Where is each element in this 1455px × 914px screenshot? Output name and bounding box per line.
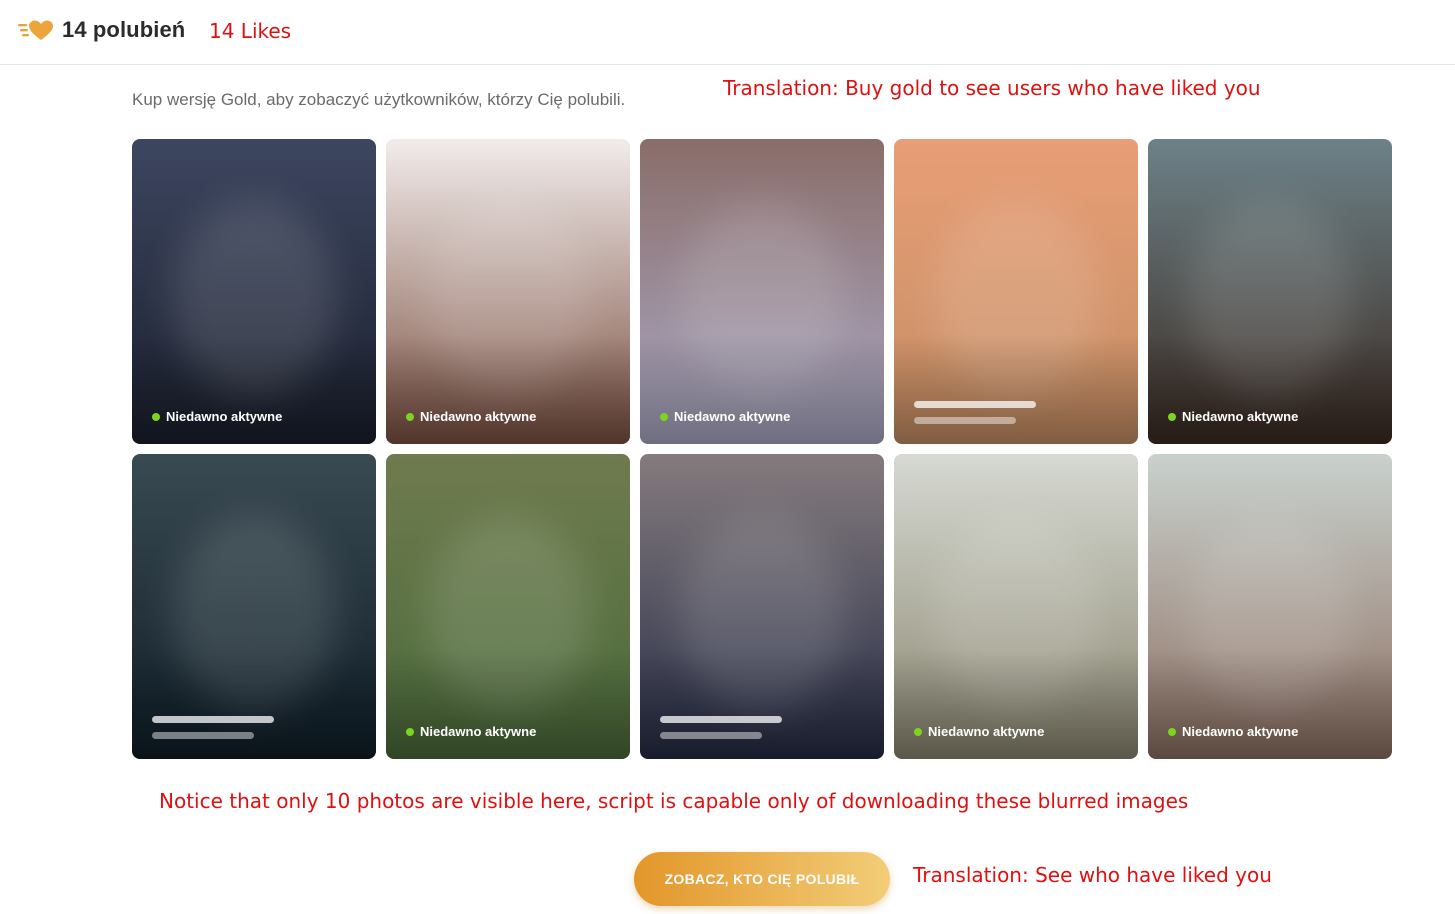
gold-heart-likes-icon (18, 20, 53, 40)
blurred-profile-card[interactable]: Niedawno aktywne (386, 139, 630, 444)
cta-translation-note: Translation: See who have liked you (913, 863, 1272, 887)
recently-active-status: Niedawno aktywne (660, 409, 790, 424)
recently-active-status: Niedawno aktywne (406, 724, 536, 739)
card-shade (894, 649, 1138, 759)
blurred-profile-card[interactable] (640, 454, 884, 759)
blurred-profile-card[interactable]: Niedawno aktywne (1148, 139, 1392, 444)
photos-note: Notice that only 10 photos are visible h… (159, 789, 1189, 813)
status-label: Niedawno aktywne (420, 409, 537, 424)
status-label: Niedawno aktywne (166, 409, 283, 424)
card-shade (386, 649, 630, 759)
online-dot-icon (660, 412, 668, 421)
blurred-profile-card[interactable]: Niedawno aktywne (132, 139, 376, 444)
card-shade (894, 334, 1138, 444)
status-label: Niedawno aktywne (674, 409, 791, 424)
blurred-profile-card[interactable] (894, 139, 1138, 444)
likes-translation-note: 14 Likes (209, 19, 292, 43)
placeholder-bar (660, 732, 762, 739)
online-dot-icon (1168, 412, 1176, 421)
card-shade (132, 334, 376, 444)
placeholder-bar (914, 401, 1036, 408)
blurred-profile-card[interactable]: Niedawno aktywne (1148, 454, 1392, 759)
recently-active-status: Niedawno aktywne (1168, 724, 1298, 739)
online-dot-icon (406, 727, 414, 736)
placeholder-bar (660, 716, 782, 723)
placeholder-bar (152, 716, 274, 723)
card-shade (640, 649, 884, 759)
online-dot-icon (152, 412, 160, 421)
name-placeholder-bars (660, 716, 782, 739)
name-placeholder-bars (152, 716, 274, 739)
gold-translation-note: Translation: Buy gold to see users who h… (723, 76, 1261, 100)
card-shade (1148, 649, 1392, 759)
online-dot-icon (914, 727, 922, 736)
placeholder-bar (152, 732, 254, 739)
online-dot-icon (406, 412, 414, 421)
blurred-profile-card[interactable]: Niedawno aktywne (386, 454, 630, 759)
status-label: Niedawno aktywne (420, 724, 537, 739)
online-dot-icon (1168, 727, 1176, 736)
see-who-liked-you-button[interactable]: ZOBACZ, KTO CIĘ POLUBIŁ (634, 852, 890, 906)
gold-upsell-text: Kup wersję Gold, aby zobaczyć użytkownik… (132, 90, 626, 109)
recently-active-status: Niedawno aktywne (406, 409, 536, 424)
likes-header: 14 polubień 14 Likes (0, 0, 1455, 65)
blurred-profile-card[interactable] (132, 454, 376, 759)
recently-active-status: Niedawno aktywne (152, 409, 282, 424)
card-shade (1148, 334, 1392, 444)
blurred-profile-card[interactable]: Niedawno aktywne (894, 454, 1138, 759)
blurred-profiles-grid: Niedawno aktywne Niedawno aktywne Niedawno… (132, 139, 1392, 759)
status-label: Niedawno aktywne (1182, 409, 1299, 424)
placeholder-bar (914, 417, 1016, 424)
recently-active-status: Niedawno aktywne (1168, 409, 1298, 424)
likes-count-title: 14 polubień (62, 17, 186, 42)
recently-active-status: Niedawno aktywne (914, 724, 1044, 739)
blurred-profile-card[interactable]: Niedawno aktywne (640, 139, 884, 444)
likes-page: 14 polubień 14 Likes Kup wersję Gold, ab… (0, 0, 1455, 914)
card-shade (132, 649, 376, 759)
card-shade (386, 334, 630, 444)
status-label: Niedawno aktywne (1182, 724, 1299, 739)
name-placeholder-bars (914, 401, 1036, 424)
card-shade (640, 334, 884, 444)
status-label: Niedawno aktywne (928, 724, 1045, 739)
